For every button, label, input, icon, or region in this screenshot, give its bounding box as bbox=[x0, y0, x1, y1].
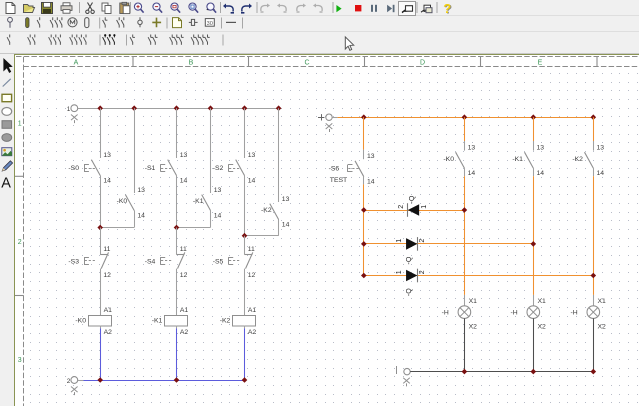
svg-text:2: 2 bbox=[419, 239, 426, 243]
svg-text:13: 13 bbox=[248, 152, 256, 159]
svg-text:11: 11 bbox=[180, 246, 187, 253]
svg-text:-S2: -S2 bbox=[213, 165, 224, 172]
svg-text:A2: A2 bbox=[180, 329, 189, 336]
svg-text:-K1: -K1 bbox=[512, 156, 523, 163]
svg-text:A1: A1 bbox=[248, 307, 257, 314]
svg-text:-K2: -K2 bbox=[261, 207, 272, 214]
svg-text:-H: -H bbox=[442, 310, 449, 317]
svg-text:1: 1 bbox=[396, 239, 403, 243]
svg-text:12: 12 bbox=[248, 272, 256, 279]
svg-text:13: 13 bbox=[468, 145, 476, 152]
svg-text:2: 2 bbox=[18, 239, 22, 246]
svg-text:13: 13 bbox=[103, 152, 111, 159]
svg-text:A: A bbox=[1, 176, 11, 192]
svg-text:?: ? bbox=[443, 1, 451, 16]
svg-text:-Q: -Q bbox=[406, 288, 413, 296]
svg-text:12: 12 bbox=[103, 272, 111, 279]
svg-text:14: 14 bbox=[597, 170, 605, 177]
svg-text:13: 13 bbox=[137, 187, 145, 194]
svg-text:-K2: -K2 bbox=[572, 156, 583, 163]
svg-text:13: 13 bbox=[537, 145, 545, 152]
svg-text:14: 14 bbox=[468, 170, 476, 177]
svg-text:13: 13 bbox=[180, 152, 188, 159]
svg-text:-S6: -S6 bbox=[329, 166, 340, 173]
svg-text:13: 13 bbox=[214, 187, 222, 194]
svg-text:-K0: -K0 bbox=[117, 198, 128, 205]
svg-text:X2: X2 bbox=[469, 323, 478, 330]
svg-text:14: 14 bbox=[214, 213, 222, 220]
svg-text:X2: X2 bbox=[538, 323, 547, 330]
svg-text:14: 14 bbox=[103, 178, 111, 185]
svg-text:2: 2 bbox=[398, 205, 405, 209]
svg-text:14: 14 bbox=[137, 213, 145, 220]
svg-text:-S5: -S5 bbox=[213, 258, 224, 265]
svg-text:-Q: -Q bbox=[409, 195, 416, 203]
svg-text:14: 14 bbox=[367, 179, 375, 186]
svg-text:B: B bbox=[189, 60, 194, 67]
svg-text:-K1: -K1 bbox=[152, 318, 163, 325]
svg-text:13: 13 bbox=[367, 153, 375, 160]
svg-text:-S3: -S3 bbox=[68, 258, 79, 265]
svg-text:A2: A2 bbox=[248, 329, 257, 336]
svg-text:1: 1 bbox=[396, 270, 403, 274]
svg-text:14: 14 bbox=[282, 222, 290, 229]
svg-text:-K1: -K1 bbox=[193, 198, 204, 205]
svg-text:13: 13 bbox=[282, 196, 290, 203]
svg-text:1: 1 bbox=[18, 120, 22, 127]
svg-text:-S0: -S0 bbox=[68, 165, 79, 172]
svg-text:14: 14 bbox=[180, 178, 188, 185]
svg-text:11: 11 bbox=[103, 246, 110, 253]
svg-text:-S1: -S1 bbox=[145, 165, 156, 172]
svg-text:11: 11 bbox=[248, 246, 255, 253]
svg-text:-H: -H bbox=[571, 310, 578, 317]
svg-text:A1: A1 bbox=[180, 307, 189, 314]
svg-text:-Q: -Q bbox=[406, 256, 413, 264]
svg-text:TEST: TEST bbox=[330, 177, 347, 184]
svg-text:12: 12 bbox=[180, 272, 188, 279]
svg-text:X1: X1 bbox=[469, 298, 478, 305]
svg-text:X1: X1 bbox=[538, 298, 547, 305]
svg-text:X1: X1 bbox=[598, 298, 607, 305]
svg-text:-K0: -K0 bbox=[443, 156, 454, 163]
svg-text:2: 2 bbox=[67, 378, 71, 385]
svg-text:A1: A1 bbox=[104, 307, 113, 314]
svg-text:A: A bbox=[74, 60, 79, 67]
svg-text:13: 13 bbox=[597, 145, 605, 152]
svg-text:A2: A2 bbox=[104, 329, 113, 336]
svg-text:14: 14 bbox=[537, 170, 545, 177]
svg-text:D: D bbox=[420, 60, 425, 67]
svg-text:-H: -H bbox=[511, 310, 518, 317]
svg-text:X2: X2 bbox=[598, 323, 607, 330]
svg-text:14: 14 bbox=[248, 178, 256, 185]
svg-text:-S4: -S4 bbox=[145, 258, 156, 265]
svg-text:-K2: -K2 bbox=[220, 318, 231, 325]
svg-text:30: 30 bbox=[207, 21, 213, 27]
svg-text:C: C bbox=[304, 60, 309, 67]
svg-text:E: E bbox=[538, 60, 543, 67]
svg-text:1: 1 bbox=[67, 106, 71, 113]
svg-text:-K0: -K0 bbox=[75, 318, 86, 325]
svg-text:3: 3 bbox=[18, 357, 22, 364]
svg-text:2: 2 bbox=[419, 270, 426, 274]
svg-text:1: 1 bbox=[421, 205, 428, 209]
